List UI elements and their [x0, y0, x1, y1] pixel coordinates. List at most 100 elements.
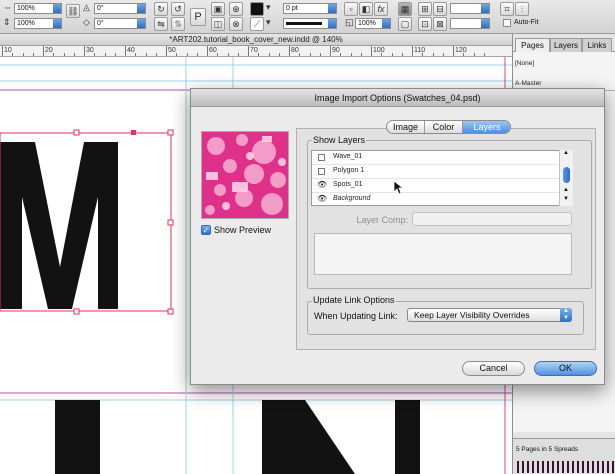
ruler-label: 100	[373, 47, 385, 54]
layer-list[interactable]: Wave_01 Polygon 1 👁 Spots_01 👁 Backgroun…	[311, 150, 574, 207]
layer-visibility-toggle[interactable]	[318, 168, 325, 175]
cancel-label: Cancel	[479, 363, 508, 373]
fit-frame-button[interactable]: ⊟	[433, 2, 447, 16]
layer-row[interactable]: Polygon 1	[312, 165, 574, 179]
corner-shape-select[interactable]	[450, 3, 490, 14]
ok-label: OK	[558, 363, 572, 373]
ruler-label: 110	[414, 47, 426, 54]
shear-icon: ◇	[83, 17, 90, 27]
stroke-swatch[interactable]: ⟋	[250, 17, 264, 31]
ruler-label: 50	[168, 47, 176, 54]
align-button[interactable]: ⫶	[515, 2, 529, 16]
type-tool-glyph: P	[194, 11, 202, 23]
tab-pages[interactable]: Pages	[515, 38, 550, 52]
layer-row[interactable]: 👁 Background	[312, 193, 574, 207]
rotate-field[interactable]: 0°	[94, 3, 146, 14]
horizontal-ruler[interactable]: 10 20 30 40 50 60 70 80 90 100 110 120	[0, 46, 512, 57]
stroke-dropdown-icon[interactable]: ▾	[266, 17, 271, 28]
scale-y-field[interactable]: 100%	[14, 18, 62, 29]
eye-icon[interactable]: 👁	[317, 194, 327, 203]
frame-fitting-options-button[interactable]: ⌗	[500, 2, 514, 16]
ruler-tick	[453, 46, 454, 56]
show-preview-label: Show Preview	[214, 225, 272, 235]
fill-frame-button[interactable]: ⊠	[433, 17, 447, 31]
drop-shadow-button[interactable]: ◧	[359, 2, 373, 16]
stroke-type-select[interactable]	[283, 18, 337, 29]
rotate-value: 0°	[97, 5, 104, 12]
ruler-label: 40	[127, 47, 135, 54]
scroll-up-arrow-icon[interactable]: ▲	[563, 150, 569, 156]
tab-layers-label: Layers	[473, 122, 501, 132]
fx-button[interactable]: fx	[374, 2, 388, 16]
stroke-weight-field[interactable]: 0 pt	[283, 3, 337, 14]
scrollbar-thumb[interactable]	[563, 167, 570, 183]
tab-links-label: Links	[587, 41, 607, 50]
select-content-button[interactable]: ◫	[211, 17, 225, 31]
flip-horizontal-button[interactable]: ⇋	[154, 17, 168, 31]
layer-name: Polygon 1	[333, 167, 365, 174]
eye-icon[interactable]: 👁	[317, 180, 327, 189]
constrain-proportions-button[interactable]: ⛓	[66, 4, 80, 18]
scale-x-field[interactable]: 100%	[14, 3, 62, 14]
ruler-tick	[2, 46, 3, 56]
fill-swatch[interactable]	[250, 2, 264, 16]
ruler-label: 20	[45, 47, 53, 54]
document-titlebar: *ART202.tutorial_book_cover_new.indd @ 1…	[0, 34, 512, 46]
layer-comp-label: Layer Comp:	[356, 215, 408, 225]
when-updating-link-label: When Updating Link:	[314, 311, 398, 321]
fill-dropdown-icon[interactable]: ▾	[266, 2, 271, 13]
ruler-minor-tick	[186, 53, 188, 56]
select-container-button[interactable]: ▣	[211, 2, 225, 16]
layer-row[interactable]: Wave_01	[312, 151, 574, 165]
ruler-minor-tick	[401, 53, 403, 56]
fitting-fill-button[interactable]: ▦	[398, 2, 412, 16]
rotate-ccw-button[interactable]: ↺	[171, 2, 185, 16]
ruler-minor-tick	[268, 53, 270, 56]
select-next-button[interactable]: ⊗	[229, 17, 243, 31]
tab-color[interactable]: Color	[425, 121, 463, 133]
ruler-minor-tick	[53, 53, 55, 56]
layer-list-scrollbar[interactable]: ▲ ▲ ▼	[559, 150, 573, 206]
auto-fit-label: Auto-Fit	[514, 19, 539, 26]
ruler-minor-tick	[94, 53, 96, 56]
ruler-minor-tick	[360, 53, 362, 56]
tab-pages-label: Pages	[521, 41, 544, 50]
corner-size-select[interactable]	[450, 18, 490, 29]
fit-content-button[interactable]: ⊞	[418, 2, 432, 16]
effects-button[interactable]: ▫	[344, 2, 358, 16]
ruler-tick	[412, 46, 413, 56]
layer-visibility-toggle[interactable]	[318, 154, 325, 161]
tab-image[interactable]: Image	[387, 121, 425, 133]
type-tool-button[interactable]: P	[190, 8, 206, 26]
ruler-minor-tick	[442, 53, 444, 56]
layer-name: Wave_01	[333, 153, 363, 160]
page-thumbnails-strip[interactable]	[513, 459, 615, 474]
ruler-tick	[330, 46, 331, 56]
ok-button[interactable]: OK	[534, 361, 597, 376]
a-master-item[interactable]: A-Master	[515, 80, 541, 87]
flip-vertical-button[interactable]: ⥮	[171, 17, 185, 31]
ruler-tick	[248, 46, 249, 56]
center-content-button[interactable]: ⊡	[418, 17, 432, 31]
shear-field[interactable]: 0°	[94, 18, 146, 29]
rotate-cw-button[interactable]: ↻	[154, 2, 168, 16]
show-preview-checkbox[interactable]: ✓	[201, 225, 211, 235]
tab-layers-active[interactable]: Layers	[463, 121, 510, 133]
tab-layers-label: Layers	[553, 41, 578, 50]
fitting-fit-button[interactable]: ▢	[398, 17, 412, 31]
none-master-item[interactable]: [None]	[515, 60, 534, 67]
tab-links[interactable]: Links	[582, 38, 612, 52]
layer-row[interactable]: 👁 Spots_01	[312, 179, 574, 193]
opacity-field[interactable]: 100%	[355, 18, 391, 29]
layer-comp-select	[412, 212, 572, 226]
dialog-titlebar[interactable]: Image Import Options (Swatches_04.psd)	[191, 89, 604, 107]
auto-fit-checkbox[interactable]	[503, 19, 511, 27]
when-updating-link-select[interactable]: Keep Layer Visibility Overrides ▲ ▼	[407, 308, 572, 322]
scroll-up-arrow-icon[interactable]: ▲	[563, 187, 569, 193]
selection-handle	[167, 129, 174, 136]
shear-value: 0°	[97, 20, 104, 27]
select-previous-button[interactable]: ⊕	[229, 2, 243, 16]
tab-layers[interactable]: Layers	[550, 38, 582, 52]
cancel-button[interactable]: Cancel	[462, 361, 525, 376]
scroll-down-arrow-icon[interactable]: ▼	[563, 196, 569, 202]
